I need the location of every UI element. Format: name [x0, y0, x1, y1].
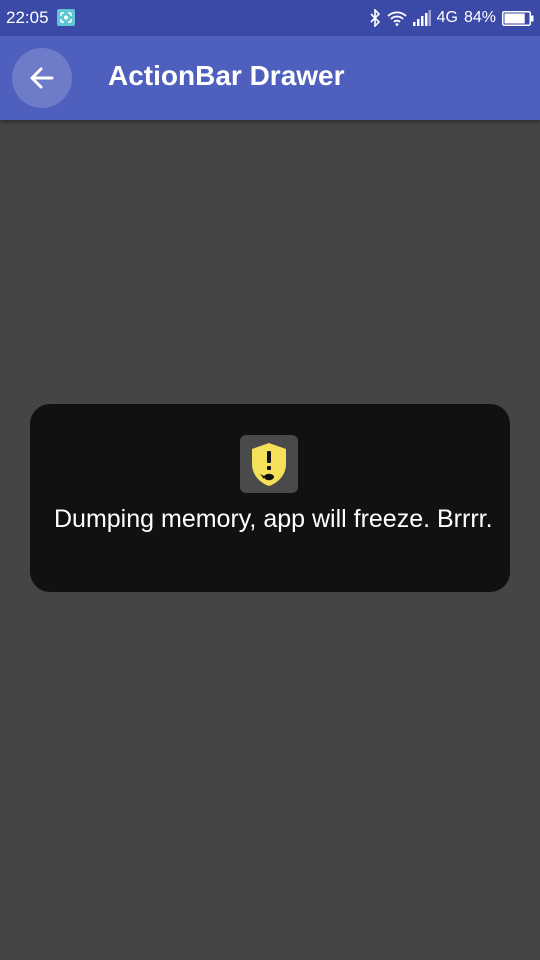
- page-title: ActionBar Drawer: [108, 60, 345, 91]
- back-button[interactable]: [12, 48, 72, 108]
- status-icons: 4G 84%: [363, 8, 534, 28]
- action-bar: ActionBar Drawer: [0, 36, 540, 120]
- arrow-left-icon: [30, 67, 54, 89]
- battery-percent: 84%: [463, 9, 496, 26]
- toast-message: Dumping memory, app will freeze. Brrrr.: [54, 505, 493, 533]
- screenshot-icon: [57, 9, 75, 26]
- network-type: 4G: [436, 9, 458, 26]
- bluetooth-icon: [370, 9, 380, 27]
- shield-warning-icon: [240, 435, 298, 493]
- status-bar: 22:05 4G 84%: [0, 0, 540, 36]
- toast: Dumping memory, app will freeze. Brrrr.: [30, 404, 510, 592]
- status-time: 22:05: [6, 8, 49, 27]
- battery-icon: [502, 10, 534, 26]
- wifi-icon: [387, 11, 407, 26]
- signal-icon: [412, 10, 431, 26]
